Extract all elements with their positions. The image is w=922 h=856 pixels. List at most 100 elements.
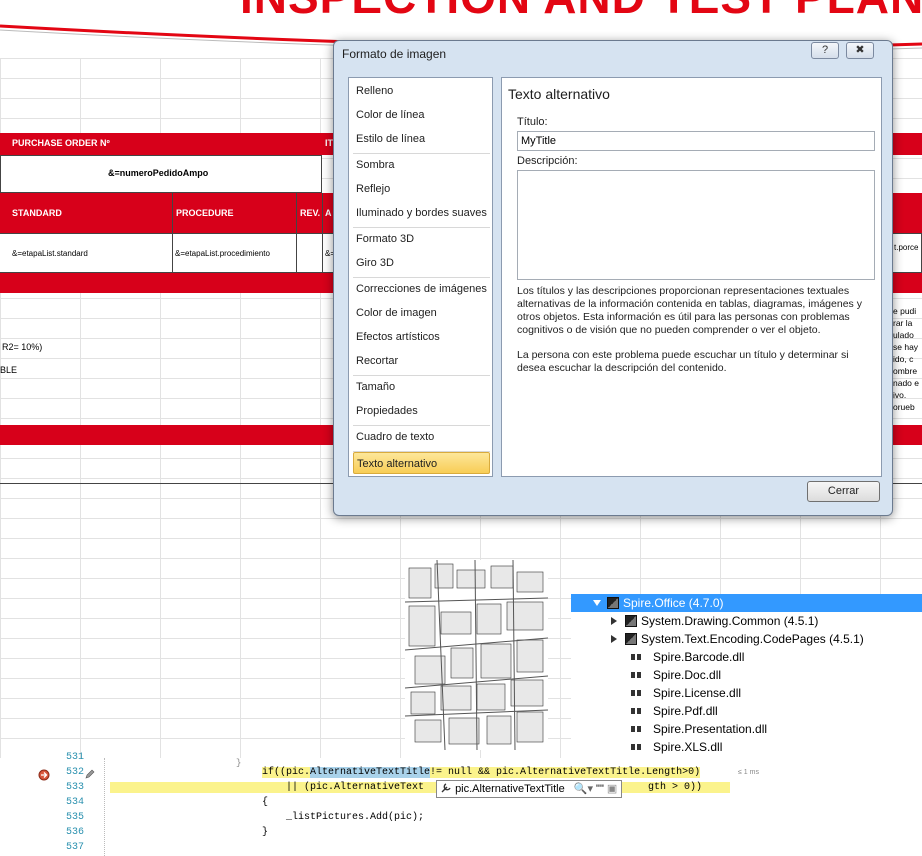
tree-item-label: Spire.Barcode.dll: [653, 650, 745, 664]
category-item[interactable]: Correcciones de imágenes: [353, 278, 490, 300]
category-item[interactable]: Cuadro de texto: [353, 426, 490, 448]
city-map-image: [405, 560, 548, 750]
note-r2: R2= 10%): [2, 342, 43, 352]
assembly-icon: [631, 654, 641, 660]
right-note-line: orueb: [893, 402, 915, 412]
category-item[interactable]: Color de imagen: [353, 302, 490, 324]
line-number: 537: [65, 842, 84, 853]
help-paragraph-1: Los títulos y las descripciones proporci…: [517, 285, 862, 336]
datatip-value: "": [596, 783, 604, 795]
code-533-start: || (pic.AlternativeText: [286, 782, 425, 793]
note-ble: BLE: [0, 365, 18, 375]
category-item[interactable]: Formato 3D: [353, 228, 490, 250]
right-value[interactable]: t.porce: [894, 243, 918, 252]
category-item[interactable]: Sombra: [353, 154, 490, 176]
code-editor: 531 532 533 534 535 536 537 } if((pic.Alternat…: [0, 752, 922, 856]
code-line-534[interactable]: {: [262, 797, 268, 808]
indent-guide: [104, 758, 105, 856]
line-number: 534: [65, 797, 84, 808]
category-item[interactable]: Color de línea: [353, 104, 490, 126]
category-item[interactable]: Giro 3D: [353, 252, 490, 274]
line-number: 535: [65, 812, 84, 823]
tree-item[interactable]: Spire.License.dll: [571, 684, 922, 702]
dialog-title: Formato de imagen: [342, 47, 447, 61]
code-533-end: gth > 0)): [648, 782, 703, 793]
code-532-start: if((pic.: [262, 767, 311, 778]
code-532-end: != null && pic.AlternativeTextTitle.Leng…: [430, 767, 701, 778]
right-notes: e pudi rar la ulado se hay ido, c ombre nado e…: [893, 306, 922, 414]
category-item[interactable]: Texto alternativo: [353, 452, 490, 474]
right-note-line: e pudi: [893, 306, 917, 316]
close-button[interactable]: Cerrar: [807, 481, 880, 502]
right-note-line: nado e: [893, 378, 919, 388]
pin-icon[interactable]: ▣: [607, 783, 617, 795]
code-line-536[interactable]: }: [262, 827, 268, 838]
tree-item[interactable]: Spire.Doc.dll: [571, 666, 922, 684]
tree-item[interactable]: Spire.Office (4.7.0): [571, 594, 922, 612]
package-icon: [625, 615, 637, 627]
tree-item[interactable]: System.Text.Encoding.CodePages (4.5.1): [571, 630, 922, 648]
category-item[interactable]: Iluminado y bordes suaves: [353, 202, 490, 224]
breakpoint-arrow-icon[interactable]: [38, 769, 50, 781]
package-icon: [625, 633, 637, 645]
tree-item-label: Spire.Presentation.dll: [653, 722, 768, 736]
code-line-535[interactable]: _listPictures.Add(pic);: [286, 812, 424, 823]
tree-item[interactable]: Spire.Barcode.dll: [571, 648, 922, 666]
tree-item-label: Spire.XLS.dll: [653, 740, 723, 754]
tree-item-label: Spire.License.dll: [653, 686, 742, 700]
assembly-icon: [631, 726, 641, 732]
line-number: 532: [65, 767, 84, 778]
right-note-line: rar la: [893, 318, 913, 328]
code-line-533[interactable]: || (pic.AlternativeText: [110, 782, 730, 793]
category-item[interactable]: Propiedades: [353, 400, 490, 422]
title-input[interactable]: [517, 131, 875, 151]
description-label: Descripción:: [517, 155, 578, 167]
description-input[interactable]: [517, 170, 875, 280]
help-paragraph-2: La persona con este problema puede escuc…: [517, 349, 849, 374]
col-procedure: PROCEDURE: [176, 208, 234, 218]
tree-item-label: Spire.Doc.dll: [653, 668, 722, 682]
section-title: Texto alternativo: [508, 86, 610, 102]
close-icon: ✖: [855, 44, 865, 56]
datatip[interactable]: pic.AlternativeTextTitle 🔍▾ "" ▣: [436, 780, 623, 798]
order-value: &=numeroPedidoAmpo: [108, 168, 209, 178]
edit-pencil-icon: [85, 769, 95, 779]
category-list: Relleno Color de línea Estilo de línea Somb…: [348, 77, 493, 477]
category-item[interactable]: Efectos artísticos: [353, 326, 490, 348]
datatip-expression: pic.AlternativeTextTitle: [455, 783, 565, 795]
right-note-line: se hay: [893, 342, 919, 352]
assembly-icon: [631, 708, 641, 714]
right-note-line: ombre: [893, 366, 918, 376]
category-item[interactable]: Recortar: [353, 350, 490, 372]
wrench-icon: [441, 783, 451, 793]
package-icon: [607, 597, 619, 609]
tree-item-label: Spire.Office (4.7.0): [623, 596, 724, 610]
standard-value[interactable]: &=etapaList.standard: [12, 249, 88, 258]
code-line-532[interactable]: if((pic.AlternativeTextTitle!= null && p…: [262, 767, 701, 778]
col-divider: [296, 193, 297, 273]
magnifier-icon[interactable]: 🔍▾: [574, 783, 593, 795]
expanded-triangle-icon[interactable]: [593, 600, 601, 606]
collapsed-triangle-icon[interactable]: [611, 635, 617, 643]
category-item[interactable]: Estilo de línea: [353, 128, 490, 150]
tree-item[interactable]: Spire.Pdf.dll: [571, 702, 922, 720]
alt-text-panel: Texto alternativo Título: Descripción: L…: [501, 77, 882, 477]
tree-item-label: Spire.Pdf.dll: [653, 704, 718, 718]
format-picture-dialog: Formato de imagen ? ✖ Relleno Color de lí…: [333, 40, 893, 516]
collapsed-triangle-icon[interactable]: [611, 617, 617, 625]
tree-item-label: System.Drawing.Common (4.5.1): [641, 614, 819, 628]
help-button[interactable]: ?: [811, 42, 839, 59]
title-label: Título:: [517, 116, 548, 128]
assembly-icon: [631, 672, 641, 678]
close-x-button[interactable]: ✖: [846, 42, 874, 59]
references-tree: Spire.Office (4.7.0) System.Drawing.Commo…: [571, 594, 922, 758]
right-note-line: ulado: [893, 330, 914, 340]
procedure-value[interactable]: &=etapaList.procedimiento: [175, 249, 270, 258]
category-item[interactable]: Relleno: [353, 80, 490, 102]
tree-item[interactable]: System.Drawing.Common (4.5.1): [571, 612, 922, 630]
category-item[interactable]: Reflejo: [353, 178, 490, 200]
right-note-line: ivo.: [893, 390, 907, 400]
tree-item[interactable]: Spire.Presentation.dll: [571, 720, 922, 738]
tree-item[interactable]: Spire.XLS.dll: [571, 738, 922, 756]
category-item[interactable]: Tamaño: [353, 376, 490, 398]
